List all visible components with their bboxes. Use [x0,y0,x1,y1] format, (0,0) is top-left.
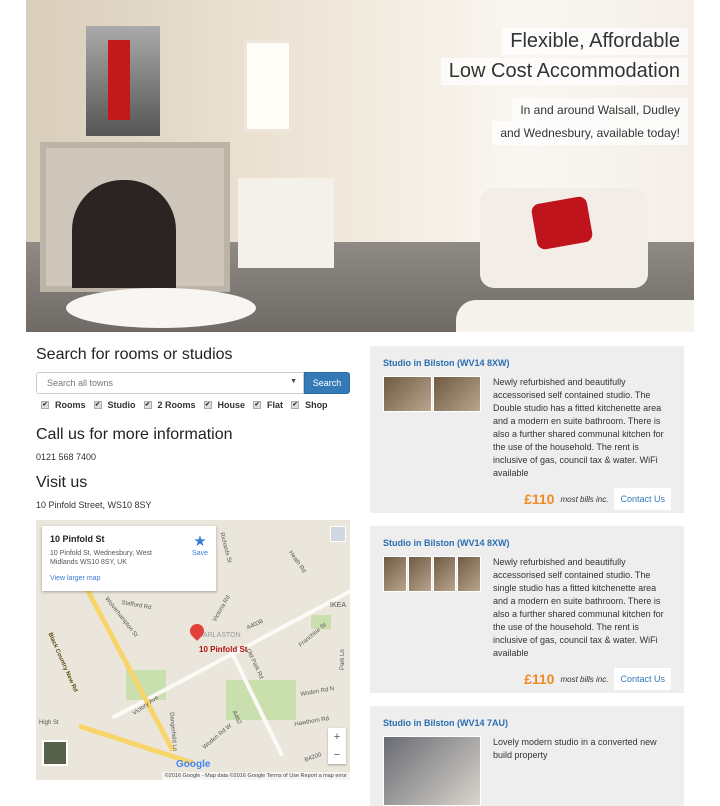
road-label: B4200 [304,752,323,764]
map-area-label: DARLASTON [198,632,241,639]
address: 10 Pinfold Street, WS10 8SY [36,500,152,510]
listing-title[interactable]: Studio in Bilston (WV14 7AU) [383,718,671,728]
town-select-placeholder: Search all towns [47,378,114,388]
road-label: Heath Rd [287,550,307,575]
filter-label: Shop [305,400,328,410]
filter-label: Rooms [55,400,86,410]
hero-fire-opening [72,180,176,288]
phone-number: 0121 568 7400 [36,452,97,462]
listing-thumbnails[interactable] [383,556,481,592]
listing-description: Newly refurbished and beautifully access… [493,377,664,478]
map-pin-label: 10 Pinfold St [199,645,248,654]
filter-flat[interactable]: ✔ Flat [253,400,283,410]
contact-us-button[interactable]: Contact Us [614,668,671,690]
thumbnail[interactable] [383,736,481,806]
hero-banner: Flexible, Affordable Low Cost Accommodat… [26,0,694,332]
thumbnail[interactable] [407,556,432,592]
hero-drawers [238,178,334,268]
map-ikea-label: IKEA [330,602,346,609]
search-button[interactable]: Search [304,372,350,394]
listing-description: Newly refurbished and beautifully access… [493,557,664,658]
view-larger-map-link[interactable]: View larger map [50,575,208,582]
google-map[interactable]: Black Country New Rd Wolverhampton St St… [36,520,350,780]
map-place-address: 10 Pinfold St, Wednesbury, West Midlands… [50,550,152,566]
google-logo: Google [176,759,211,770]
filter-studio[interactable]: ✔ Studio [93,400,136,410]
map-save-button[interactable]: ★ Save [192,532,208,557]
visit-heading: Visit us [36,474,88,491]
road-label: Black Country New Rd [46,632,79,694]
hero-sub-2: and Wednesbury, available today! [492,121,688,145]
zoom-out-button[interactable]: − [328,746,346,764]
road-label: Stafford Rd [120,600,152,612]
search-form: Search all towns ▼ Search [36,372,350,394]
contact-us-button[interactable]: Contact Us [614,488,671,510]
map-save-label: Save [192,550,208,557]
hero-title-1: Flexible, Affordable [502,28,688,55]
checkbox-icon[interactable]: ✔ [291,401,300,409]
listing-price: £110 [524,671,555,687]
map-info-card: 10 Pinfold St 10 Pinfold St, Wednesbury,… [42,526,216,591]
caret-down-icon: ▼ [290,378,297,385]
map-zoom-controls: + − [328,728,346,764]
filter-label: House [217,400,246,410]
checkbox-icon[interactable]: ✔ [93,401,102,409]
thumbnail[interactable] [432,556,457,592]
map-place-name: 10 Pinfold St [50,534,105,544]
filter-shop[interactable]: ✔ Shop [291,400,328,410]
filter-2-rooms[interactable]: ✔ 2 Rooms [143,400,196,410]
listing-card: Studio in Bilston (WV14 8XW) Newly refur… [370,526,684,693]
hero-phone-booth [108,40,130,120]
thumbnail[interactable] [383,556,407,592]
map-footer: ©2016 Google - Map data ©2016 Google Ter… [161,772,350,780]
listing-card: Studio in Bilston (WV14 8XW) Newly refur… [370,346,684,513]
road-label: Woden Rd W [202,723,234,751]
listing-thumbnails[interactable] [383,736,481,806]
listing-description: Lovely modern studio in a converted new … [493,737,657,760]
hero-sub-1: In and around Walsall, Dudley [512,98,688,122]
listing-card: Studio in Bilston (WV14 7AU) Lovely mode… [370,706,684,806]
map-user-avatar[interactable] [330,526,346,542]
listing-bills: most bills inc. [560,494,609,504]
hero-bed [456,300,694,332]
zoom-in-button[interactable]: + [328,728,346,746]
hero-window [244,40,292,132]
satellite-toggle[interactable] [42,740,68,766]
checkbox-icon[interactable]: ✔ [143,401,152,409]
road-label: A4038 [246,618,265,632]
thumbnail[interactable] [432,376,481,412]
hero-rug [66,288,256,328]
star-icon: ★ [193,533,207,550]
road-label: Victoria Rd [212,594,232,623]
town-select[interactable]: Search all towns ▼ [36,372,304,394]
thumbnail[interactable] [457,556,481,592]
checkbox-icon[interactable]: ✔ [41,401,49,409]
left-column: Search for rooms or studios Search all t… [36,346,350,510]
road-label: High St [39,720,59,726]
listing-title[interactable]: Studio in Bilston (WV14 8XW) [383,358,671,368]
hero-pillow [530,195,594,251]
road-label: Richards St [218,532,233,564]
checkbox-icon[interactable]: ✔ [203,401,212,409]
road-label: Park Ln [340,649,346,670]
hero-title-2: Low Cost Accommodation [440,58,688,85]
filter-label: Flat [267,400,284,410]
checkbox-icon[interactable]: ✔ [253,401,262,409]
listing-thumbnails[interactable] [383,376,481,412]
listing-price: £110 [524,491,555,507]
filter-rooms[interactable]: ✔ Rooms [41,400,86,410]
call-heading: Call us for more information [36,426,233,443]
filter-label: 2 Rooms [157,400,196,410]
filter-checkboxes: ✔ Rooms ✔ Studio ✔ 2 Rooms ✔ House ✔ Flat ✔ Sh… [36,400,350,410]
road-label: Woden Rd N [300,686,335,698]
listing-bills: most bills inc. [560,674,609,684]
road-label: Hawthorn Rd [294,715,330,728]
filter-house[interactable]: ✔ House [203,400,246,410]
filter-label: Studio [107,400,136,410]
search-heading: Search for rooms or studios [36,346,233,363]
thumbnail[interactable] [383,376,432,412]
listing-title[interactable]: Studio in Bilston (WV14 8XW) [383,538,671,548]
